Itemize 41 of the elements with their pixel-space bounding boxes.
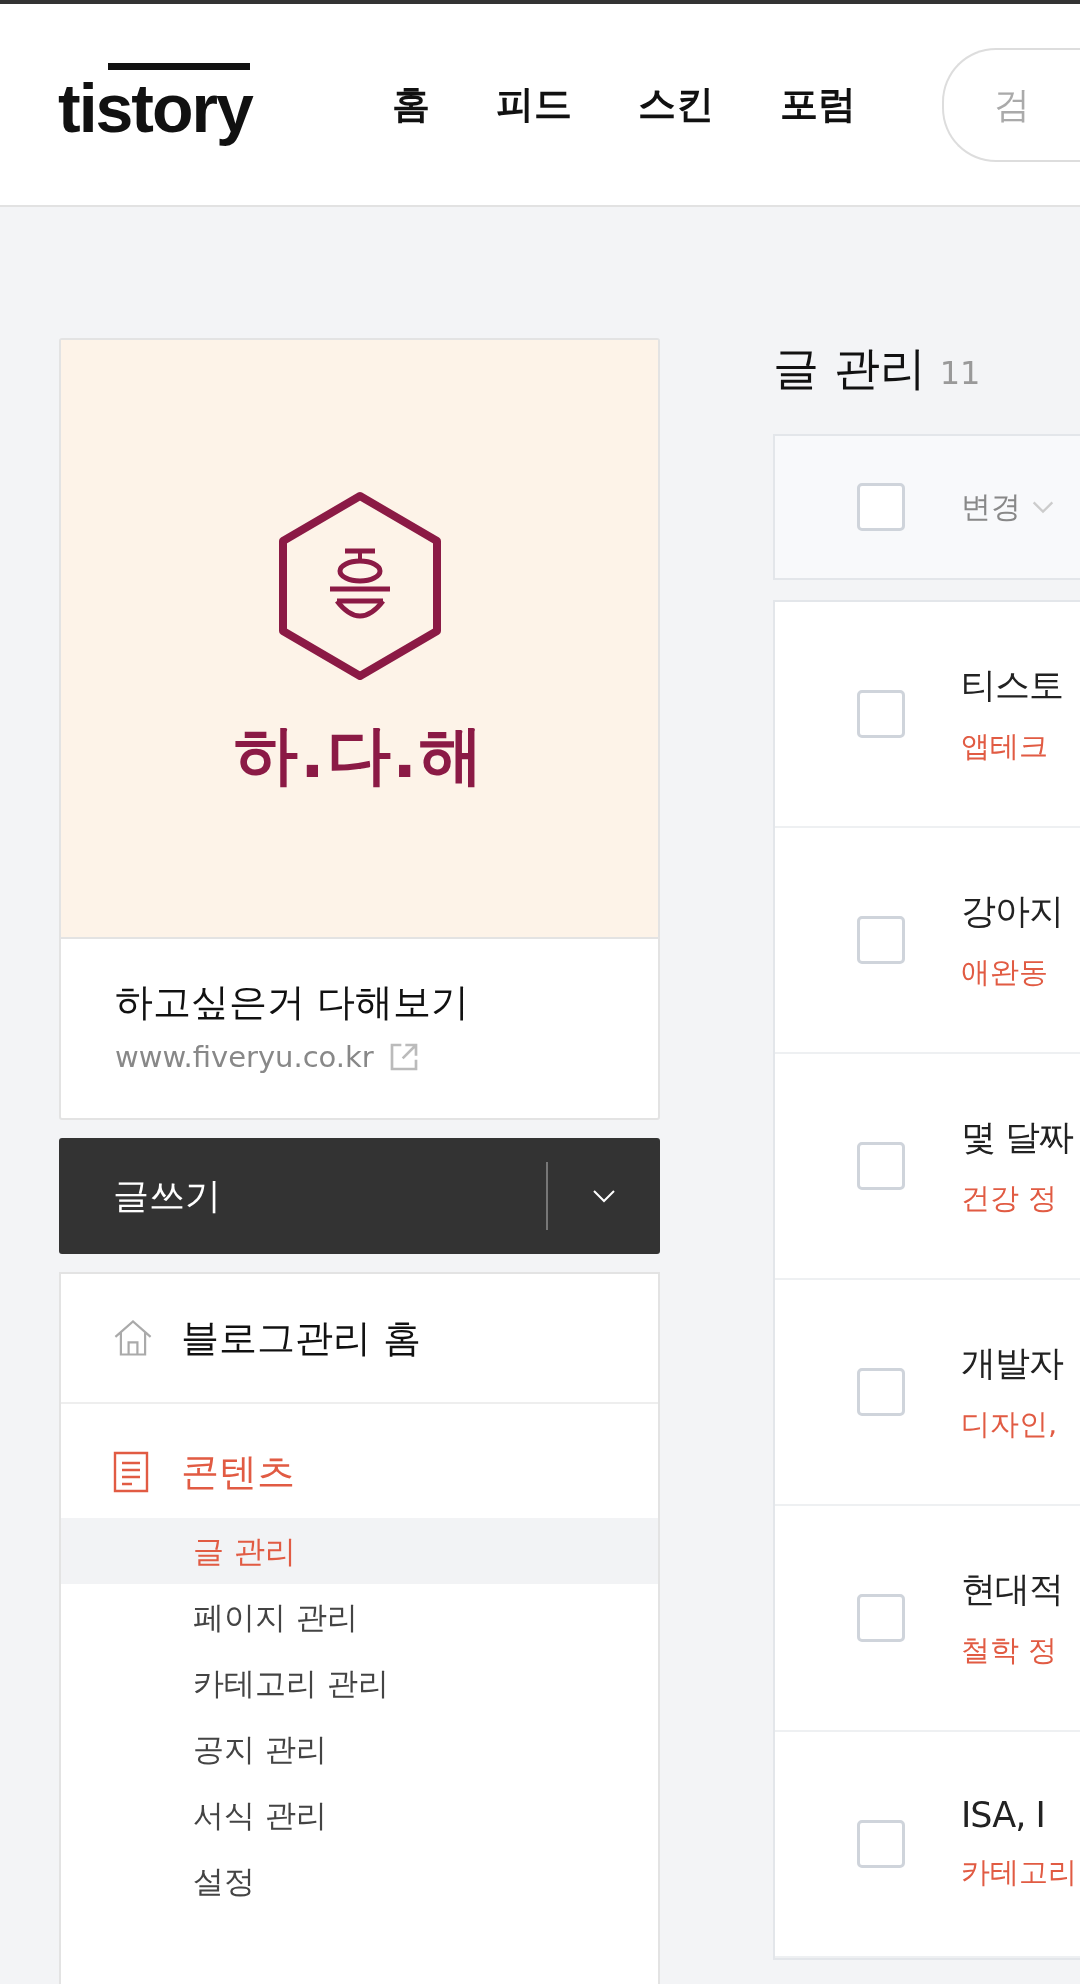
post-checkbox[interactable] [857, 916, 905, 964]
post-category: 앱테크 [961, 727, 1049, 765]
submenu-item[interactable]: 카테고리 관리 [61, 1650, 658, 1716]
document-icon [111, 1450, 151, 1494]
post-title[interactable]: 개발자 [961, 1339, 1063, 1387]
submenu-item[interactable]: 공지 관리 [61, 1716, 658, 1782]
post-category: 카테고리 [961, 1854, 1077, 1891]
post-checkbox[interactable] [857, 1820, 905, 1868]
post-checkbox[interactable] [857, 1142, 905, 1190]
nav-link[interactable]: 홈 [391, 79, 430, 130]
post-checkbox[interactable] [857, 690, 905, 738]
post-category: 애완동 [961, 953, 1049, 991]
write-button[interactable]: 글쓰기 [59, 1138, 546, 1254]
submenu-item[interactable]: 서식 관리 [61, 1782, 658, 1848]
post-title[interactable]: 티스토 [961, 661, 1063, 709]
tistory-logo[interactable]: tistory [58, 62, 252, 147]
blog-emblem-text: 하.다.해 [234, 717, 485, 794]
page-title: 글 관리 [773, 340, 926, 397]
search-field[interactable]: 검 [941, 47, 1080, 162]
blog-admin-home-link[interactable]: 블로그관리 홈 [61, 1274, 658, 1404]
nav-link[interactable]: 스킨 [637, 79, 714, 130]
post-count: 11 [939, 354, 981, 392]
nav-link[interactable]: 포럼 [779, 79, 856, 130]
post-title[interactable]: 현대적 [961, 1565, 1063, 1613]
contents-section-link[interactable]: 콘텐츠 [61, 1432, 658, 1512]
post-category: 디자인, [961, 1405, 1059, 1443]
nav-link[interactable]: 피드 [495, 79, 572, 130]
blog-name[interactable]: 하고싶은거 다해보기 [115, 977, 604, 1028]
post-checkbox[interactable] [857, 1594, 905, 1642]
post-category: 철학 정 [961, 1631, 1059, 1669]
post-checkbox[interactable] [857, 1368, 905, 1416]
chevron-down-icon [592, 1189, 616, 1203]
submenu-item[interactable]: 페이지 관리 [61, 1584, 658, 1650]
chevron-down-icon [1031, 500, 1055, 514]
post-category: 건강 정 [961, 1179, 1059, 1217]
blog-url-link[interactable]: www.fiveryu.co.kr [115, 1040, 374, 1074]
submenu-item[interactable]: 설정 [61, 1848, 658, 1914]
select-all-checkbox[interactable] [857, 483, 905, 531]
post-title[interactable]: 몇 달짜 [961, 1113, 1074, 1161]
post-title[interactable]: 강아지 [961, 887, 1063, 935]
post-title[interactable]: ISA, I [961, 1795, 1077, 1835]
